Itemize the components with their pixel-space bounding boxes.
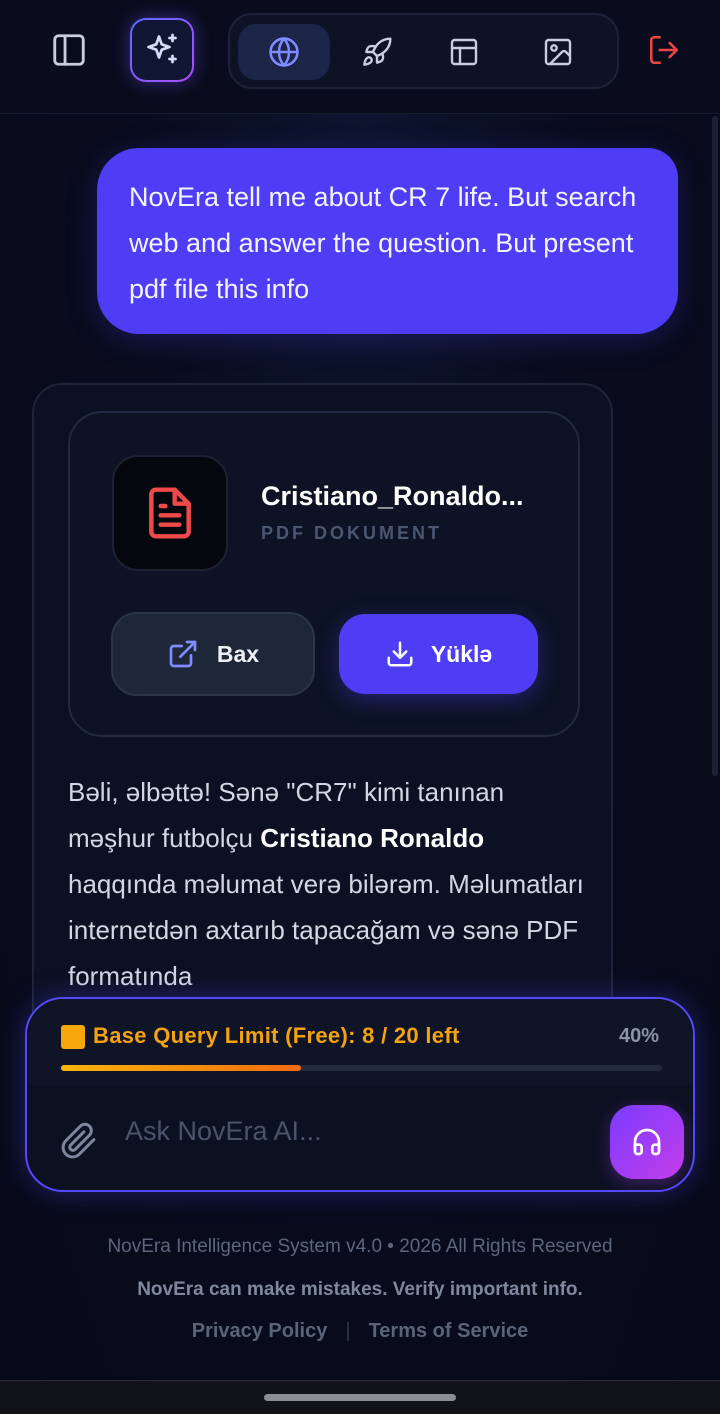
file-text-icon bbox=[149, 487, 191, 539]
view-pdf-label: Bax bbox=[216, 640, 260, 667]
external-link-icon bbox=[169, 640, 197, 668]
privacy-policy-link[interactable]: Privacy Policy bbox=[192, 1320, 328, 1343]
download-pdf-button[interactable]: Yüklə bbox=[339, 614, 538, 694]
download-icon bbox=[387, 641, 413, 667]
limit-warning-square-icon bbox=[61, 1025, 85, 1049]
logout-icon bbox=[649, 35, 679, 65]
ai-sparkle-button[interactable] bbox=[130, 18, 194, 82]
sidebar-icon bbox=[53, 34, 85, 66]
terms-of-service-link[interactable]: Terms of Service bbox=[369, 1320, 529, 1343]
user-message-bubble: NovEra tell me about CR 7 life. But sear… bbox=[97, 148, 678, 334]
footer-links: Privacy Policy | Terms of Service bbox=[0, 1320, 720, 1343]
rocket-icon bbox=[363, 37, 392, 66]
chat-composer: Base Query Limit (Free): 8 / 20 left 40% bbox=[25, 997, 695, 1192]
web-search-mode-button[interactable] bbox=[238, 24, 330, 80]
image-icon bbox=[544, 38, 572, 66]
query-limit-panel: Base Query Limit (Free): 8 / 20 left 40% bbox=[27, 999, 693, 1085]
attach-file-button[interactable] bbox=[57, 1119, 101, 1163]
system-navigation-bar bbox=[0, 1380, 720, 1414]
globe-icon bbox=[269, 37, 299, 67]
sidebar-toggle-button[interactable] bbox=[37, 18, 101, 82]
footer-disclaimer: NovEra can make mistakes. Verify importa… bbox=[137, 1279, 583, 1300]
paperclip-icon bbox=[61, 1122, 96, 1159]
pdf-attachment-card: Cristiano_Ronaldo... PDF DOKUMENT Bax Yü… bbox=[68, 411, 580, 737]
voice-mode-button[interactable] bbox=[610, 1105, 684, 1179]
answer-text-bold: Cristiano Ronaldo bbox=[260, 823, 485, 853]
assistant-answer-text: Bəli, əlbəttə! Sənə "CR7" kimi tanınan m… bbox=[68, 769, 588, 999]
pdf-file-type: PDF DOKUMENT bbox=[261, 523, 442, 543]
answer-text-part2: haqqında məlumat verə bilərəm. Məlumatla… bbox=[68, 869, 584, 991]
mode-switcher bbox=[228, 13, 619, 89]
top-bar bbox=[0, 0, 720, 114]
pdf-thumbnail bbox=[112, 455, 228, 571]
footer-link-separator: | bbox=[345, 1320, 351, 1342]
query-limit-text: Base Query Limit (Free): 8 / 20 left bbox=[93, 1023, 460, 1048]
pdf-file-name: Cristiano_Ronaldo... bbox=[261, 481, 524, 511]
chat-scrollbar[interactable] bbox=[712, 116, 718, 776]
layout-mode-button[interactable] bbox=[418, 24, 510, 80]
ask-input[interactable] bbox=[125, 1107, 595, 1155]
image-mode-button[interactable] bbox=[512, 24, 604, 80]
query-limit-bar bbox=[61, 1065, 662, 1071]
query-limit-percent: 40% bbox=[618, 1025, 659, 1047]
assistant-message: Cristiano_Ronaldo... PDF DOKUMENT Bax Yü… bbox=[32, 383, 613, 1083]
view-pdf-button[interactable]: Bax bbox=[111, 612, 315, 696]
download-pdf-label: Yüklə bbox=[430, 640, 493, 667]
headphones-icon bbox=[633, 1128, 661, 1156]
query-limit-bar-fill bbox=[61, 1065, 302, 1071]
layout-icon bbox=[450, 38, 478, 66]
rocket-mode-button[interactable] bbox=[331, 24, 423, 80]
logout-button[interactable] bbox=[632, 18, 696, 82]
footer-copyright: NovEra Intelligence System v4.0 • 2026 A… bbox=[107, 1236, 613, 1257]
sparkles-icon bbox=[147, 33, 177, 64]
home-gesture-handle[interactable] bbox=[264, 1394, 456, 1401]
